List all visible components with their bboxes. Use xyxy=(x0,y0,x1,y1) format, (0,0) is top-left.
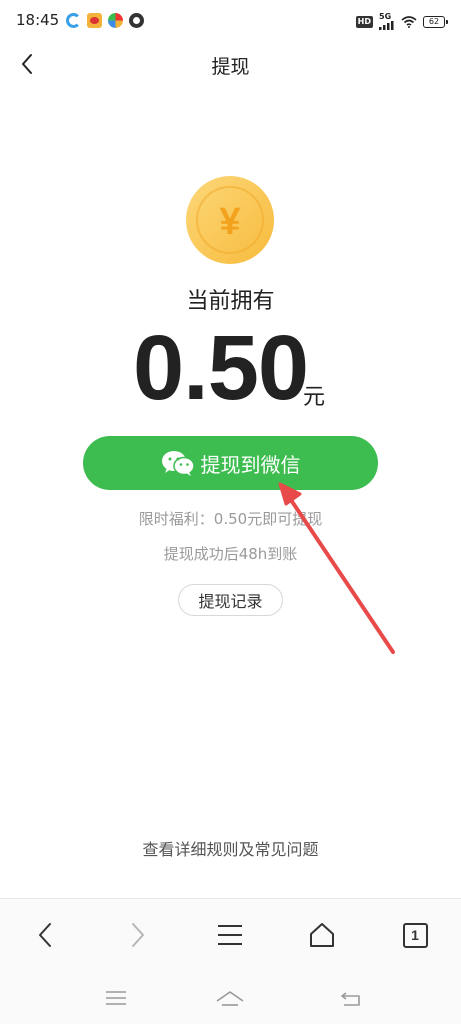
withdraw-button-label: 提现到微信 xyxy=(200,452,301,477)
browser-forward-button[interactable] xyxy=(118,915,158,955)
tabs-icon: 1 xyxy=(402,922,428,948)
notification-app-icon xyxy=(66,13,81,28)
coin-icon: ¥ xyxy=(186,176,274,264)
home-icon xyxy=(216,991,244,1006)
system-menu-button[interactable] xyxy=(96,984,136,1012)
menu-icon xyxy=(218,925,242,945)
wifi-icon xyxy=(401,15,417,28)
notification-icons xyxy=(66,13,144,28)
system-navigation-bar xyxy=(0,972,461,1024)
menu-icon xyxy=(106,991,126,1005)
app-icon xyxy=(129,13,144,28)
status-time: 18:45 xyxy=(16,11,60,29)
withdraw-records-button[interactable]: 提现记录 xyxy=(178,584,283,616)
withdraw-to-wechat-button[interactable]: 提现到微信 xyxy=(83,436,378,490)
signal-icon: 5G xyxy=(379,13,395,30)
page-title: 提现 xyxy=(211,56,250,78)
arrival-note: 提现成功后48h到账 xyxy=(163,545,298,563)
rules-faq-link[interactable]: 查看详细规则及常见问题 xyxy=(0,836,461,860)
home-icon xyxy=(310,923,334,947)
hd-badge: HD xyxy=(355,15,373,28)
system-home-button[interactable] xyxy=(210,984,250,1012)
balance-label: 当前拥有 xyxy=(186,289,275,314)
balance-unit: 元 xyxy=(303,385,326,410)
battery-indicator: 62 xyxy=(423,15,448,28)
page-header: 提现 xyxy=(0,44,461,84)
app-icon xyxy=(108,13,123,28)
forward-icon xyxy=(132,923,144,947)
browser-menu-button[interactable] xyxy=(210,915,250,955)
promo-note: 限时福利：0.50元即可提现 xyxy=(138,510,323,528)
status-bar: 18:45 HD 5G 62 xyxy=(0,0,461,44)
browser-home-button[interactable] xyxy=(302,915,342,955)
browser-toolbar: 1 xyxy=(0,898,461,972)
balance-amount: 0.50 xyxy=(133,317,309,419)
system-return-button[interactable] xyxy=(331,984,371,1012)
tab-count: 1 xyxy=(411,927,419,943)
weibo-icon xyxy=(87,13,102,28)
browser-back-button[interactable] xyxy=(25,915,65,955)
status-indicators: HD 5G 62 xyxy=(355,13,448,30)
back-icon xyxy=(39,923,51,947)
balance-amount-row: 0.50 元 xyxy=(0,318,461,418)
return-icon xyxy=(341,992,360,1006)
browser-tabs-button[interactable]: 1 xyxy=(395,915,435,955)
coin-symbol: ¥ xyxy=(219,201,240,243)
wechat-icon xyxy=(161,451,195,476)
